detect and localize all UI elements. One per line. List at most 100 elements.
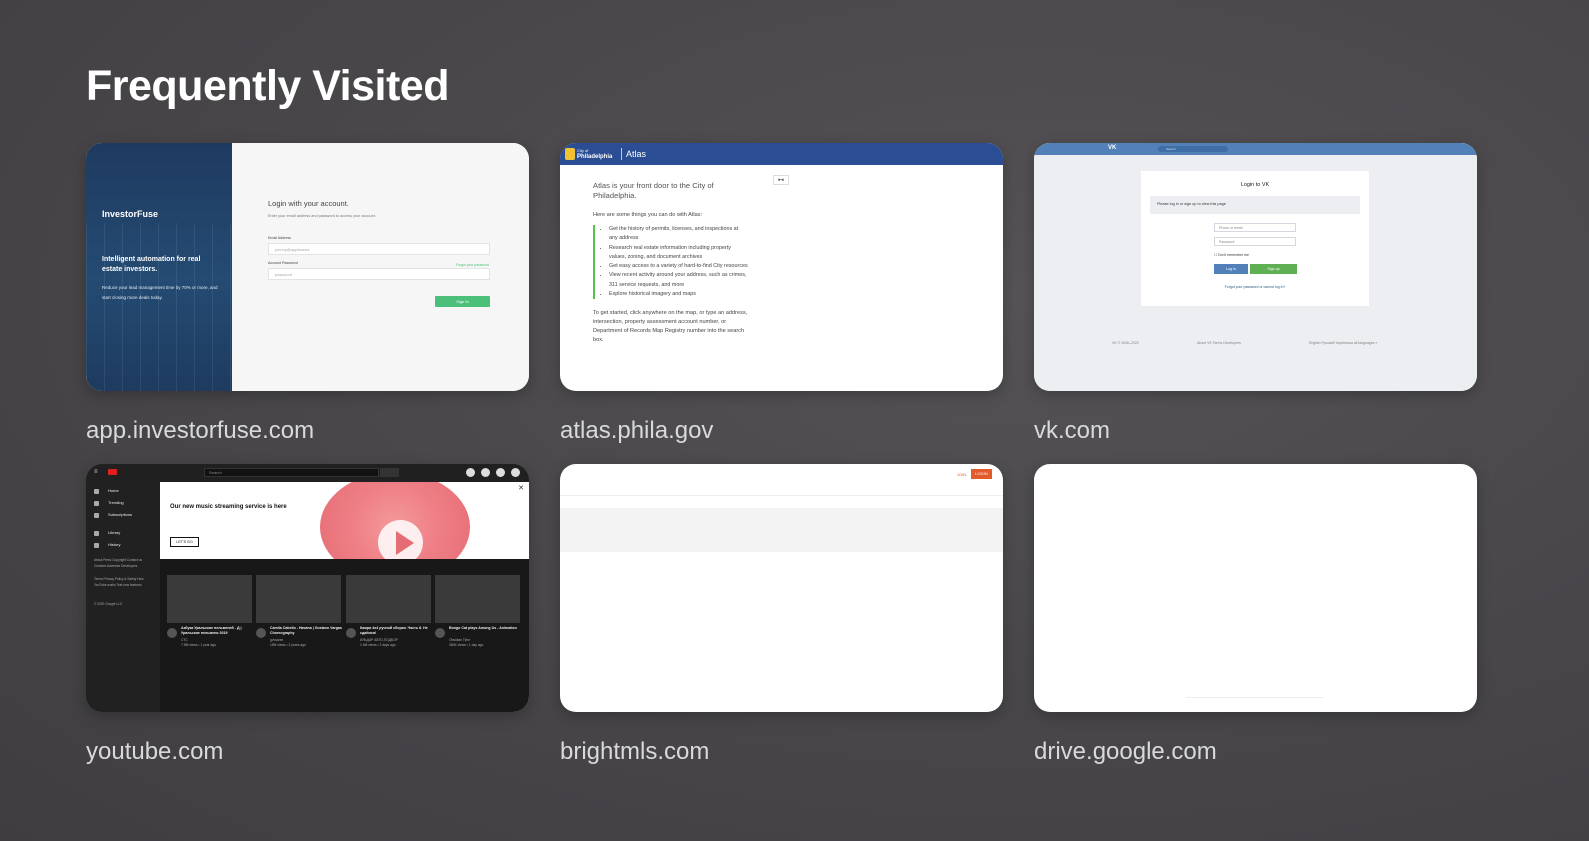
vk-copyright: VK © 2006–2020	[1112, 341, 1139, 345]
tile-investorfuse[interactable]: InvestorFuse Intelligent automation for …	[86, 143, 529, 445]
yt-footer-policy: Terms Privacy Policy & Safety How YouTub…	[94, 577, 144, 587]
phone-field: Phone or email	[1214, 223, 1296, 232]
thumbnail-drive[interactable]	[1034, 464, 1477, 712]
video-card: Camila Cabello - Havana | Gustavo Vargas…	[256, 575, 342, 647]
list-item: Get the history of permits, licenses, an…	[609, 225, 748, 244]
yt-copyright: © 2020 Google LLC	[94, 602, 123, 606]
feature-list: Get the history of permits, licenses, an…	[593, 225, 748, 300]
tile-label[interactable]: vk.com	[1034, 417, 1477, 445]
tile-drive[interactable]: drive.google.com	[1034, 464, 1477, 766]
outro-text: To get started, click anywhere on the ma…	[593, 310, 748, 344]
list-item: Explore historical imagery and maps	[609, 290, 748, 299]
channel-avatar	[346, 628, 356, 638]
header-divider	[621, 148, 622, 160]
video-meta: СТС 7.5M views • 1 year ago	[181, 638, 217, 647]
channel-avatar	[167, 628, 177, 638]
close-icon: ✕	[518, 485, 524, 492]
password-field: password	[268, 268, 490, 280]
login-title: Login to VK	[1240, 182, 1270, 188]
email-label: Email Address	[268, 236, 291, 240]
city-name: City of Philadelphia	[577, 148, 613, 160]
video-title: Камри 4x4 ручной сборки. Часть 8. Не сда…	[360, 626, 428, 635]
tile-label[interactable]: brightmls.com	[560, 738, 1003, 766]
banner-button: LET'S GO	[170, 537, 199, 547]
banner-text: Our new music streaming service is here	[170, 504, 287, 510]
yt-topbar-icon	[496, 468, 505, 477]
yt-sidebar: Home Trending Subscriptions Library Hist…	[86, 482, 160, 712]
youtube-logo-icon	[108, 469, 117, 475]
nav-trending: Trending	[108, 500, 124, 505]
lead-text: Atlas is your front door to the City of …	[593, 181, 714, 200]
tile-label[interactable]: drive.google.com	[1034, 738, 1477, 766]
hero-panel: InvestorFuse Intelligent automation for …	[86, 143, 232, 391]
video-card: Азбука Уральских пельменей - Д | Уральск…	[167, 575, 252, 647]
join-link: JOIN	[957, 472, 967, 477]
vk-header: VK Search	[1034, 143, 1477, 155]
tile-brightmls[interactable]: JOIN LOGIN brightmls.com	[560, 464, 1003, 766]
vk-login-card: Login to VK Please log in or sign up to …	[1141, 171, 1369, 306]
nav-subscriptions: Subscriptions	[108, 512, 133, 517]
nav-history: History	[108, 542, 121, 547]
login-button: LOGIN	[971, 469, 992, 479]
video-thumbnail	[256, 575, 341, 623]
trending-icon	[94, 501, 99, 506]
content-band	[560, 508, 1003, 552]
yt-footer-links: About Press Copyright Contact us Creator…	[94, 558, 143, 568]
video-meta: ИЛЬДАР АВТО-ПОДБОР 1.6M views • 2 days ag…	[360, 638, 398, 647]
forgot-link: Forgot your password or cannot log in?	[1224, 285, 1286, 289]
city-seal-icon	[565, 148, 575, 160]
channel-avatar	[435, 628, 445, 638]
page-title: Frequently Visited	[86, 62, 449, 110]
list-item: View recent activity around your address…	[609, 271, 748, 290]
video-thumbnail	[346, 575, 431, 623]
video-card: Камри 4x4 ручной сборки. Часть 8. Не сда…	[346, 575, 431, 647]
menu-icon: ≡	[94, 469, 98, 475]
thumbnail-vk[interactable]: VK Search Login to VK Please log in or s…	[1034, 143, 1477, 391]
yt-search: Search	[204, 468, 379, 477]
subtext: Reduce your lead management time by 70% …	[102, 285, 218, 300]
sign-in-button: Sign In	[435, 296, 490, 307]
nav-library: Library	[108, 530, 121, 535]
home-icon	[94, 489, 99, 494]
yt-topbar: ≡ Search	[86, 464, 529, 482]
thumbnail-brightmls[interactable]: JOIN LOGIN	[560, 464, 1003, 712]
video-title: Bongo Cat plays Among Us - Animation	[449, 626, 517, 630]
tile-youtube[interactable]: ≡ Search Home Trending Subscriptions Lib…	[86, 464, 529, 766]
login-button: Log in	[1214, 264, 1248, 274]
subscriptions-icon	[94, 513, 99, 518]
thumbnail-youtube[interactable]: ≡ Search Home Trending Subscriptions Lib…	[86, 464, 529, 712]
yt-topbar-icon	[481, 468, 490, 477]
yt-search-button	[380, 468, 399, 477]
header-divider	[560, 495, 1003, 496]
channel-avatar	[256, 628, 266, 638]
video-card: Bongo Cat plays Among Us - Animation Obs…	[435, 575, 520, 647]
library-icon	[94, 531, 99, 536]
vk-logo-icon: VK	[1108, 145, 1117, 151]
tagline: Intelligent automation for real estate i…	[102, 256, 201, 273]
vk-search: Search	[1158, 146, 1228, 152]
panel-toggle-icon: ▸◂	[773, 175, 789, 185]
tile-atlas[interactable]: City of Philadelphia Atlas ▸◂ Atlas is yo…	[560, 143, 1003, 445]
investorfuse-logo: InvestorFuse	[102, 209, 159, 219]
thumbnail-atlas[interactable]: City of Philadelphia Atlas ▸◂ Atlas is yo…	[560, 143, 1003, 391]
login-note: Please log in or sign up to view this pa…	[1150, 196, 1360, 214]
video-meta: Obsidian Time 360K views • 1 day ago	[449, 638, 484, 647]
nav-home: Home	[108, 488, 119, 493]
yt-music-banner: Our new music streaming service is here …	[160, 482, 529, 559]
video-title: Азбука Уральских пельменей - Д | Уральск…	[181, 626, 242, 635]
tile-label[interactable]: atlas.phila.gov	[560, 417, 1003, 445]
tile-label[interactable]: app.investorfuse.com	[86, 417, 529, 445]
video-meta: gvvsarex 15M views • 3 years ago	[270, 638, 306, 647]
thumbnail-investorfuse[interactable]: InvestorFuse Intelligent automation for …	[86, 143, 529, 391]
history-icon	[94, 543, 99, 548]
list-item: Get easy access to a variety of hard-to-…	[609, 262, 748, 271]
app-name: Atlas	[626, 149, 647, 159]
login-panel: Login with your account. Enter your emai…	[232, 143, 529, 391]
intro-text: Here are some things you can do with Atl…	[593, 212, 703, 218]
forgot-password-link: Forgot your password	[456, 263, 489, 267]
tile-vk[interactable]: VK Search Login to VK Please log in or s…	[1034, 143, 1477, 445]
yt-topbar-icon	[466, 468, 475, 477]
vk-languages: English Русский Українська all languages…	[1309, 341, 1378, 345]
tile-label[interactable]: youtube.com	[86, 738, 529, 766]
password-label: Account Password	[268, 261, 298, 265]
